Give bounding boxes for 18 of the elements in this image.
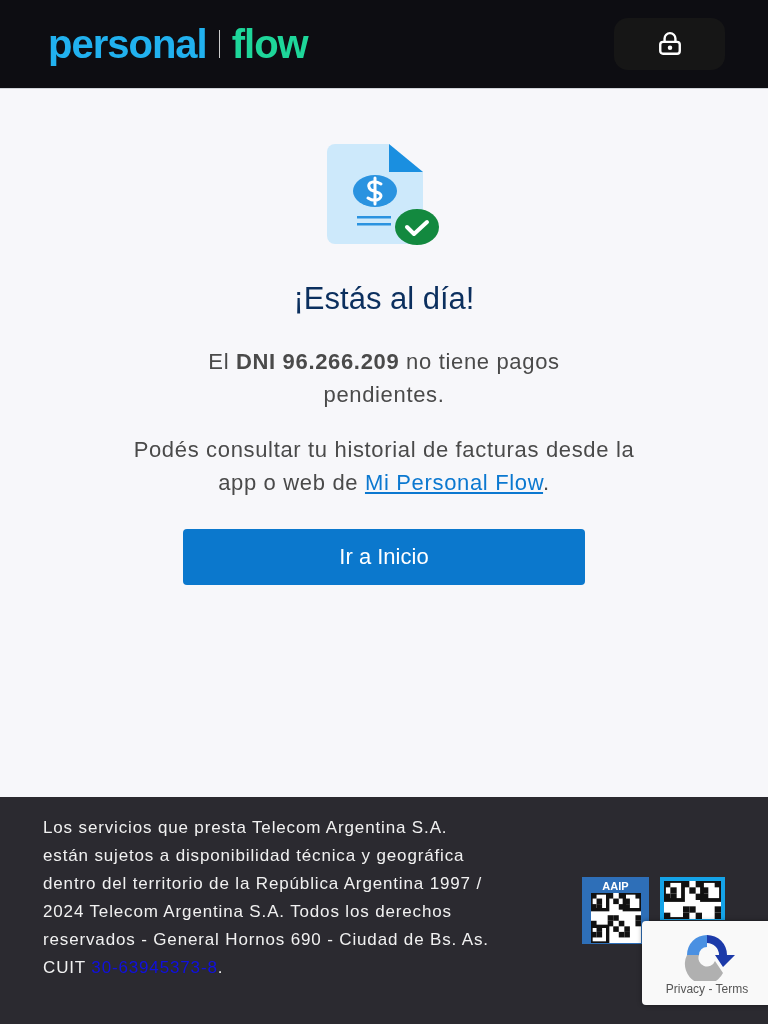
app-link[interactable]: Mi Personal Flow — [364, 469, 544, 495]
status-message: El DNI 96.266.209 no tiene pagos pendientes. — [207, 347, 561, 409]
recaptcha-badge[interactable]: Privacy - Terms — [642, 921, 768, 1005]
qr-code-icon — [664, 881, 721, 919]
recaptcha-links[interactable]: Privacy - Terms — [665, 981, 749, 997]
logo-text: personal — [48, 24, 207, 64]
badge-label: AAIP — [602, 879, 629, 893]
invoice-check-icon — [327, 144, 441, 246]
status-title: ¡Estás al día! — [293, 280, 475, 318]
qr-badge[interactable] — [660, 877, 725, 920]
qr-code-icon — [590, 893, 641, 943]
home-button[interactable]: Ir a Inicio — [183, 528, 585, 585]
info-text: Podés consultar tu historial de facturas desde la app o web de Mi Personal Flow. — [132, 435, 636, 497]
login-button[interactable] — [614, 18, 725, 70]
logo-text: flow — [231, 24, 308, 64]
aaip-badge[interactable]: AAIP — [582, 877, 649, 944]
lock-icon — [656, 31, 683, 57]
legal-text: Los servicios que presta Telecom Argentina S.A. están sujetos a disponibilidad técnica y geográfica dentro del territorio de la República Argentina 1997 / 2024 Telecom Argentina S.A. Todos los derechos reservados - General Hornos 690 - Ciudad de Bs. As. CUIT 30-63945373-8. — [43, 817, 490, 979]
